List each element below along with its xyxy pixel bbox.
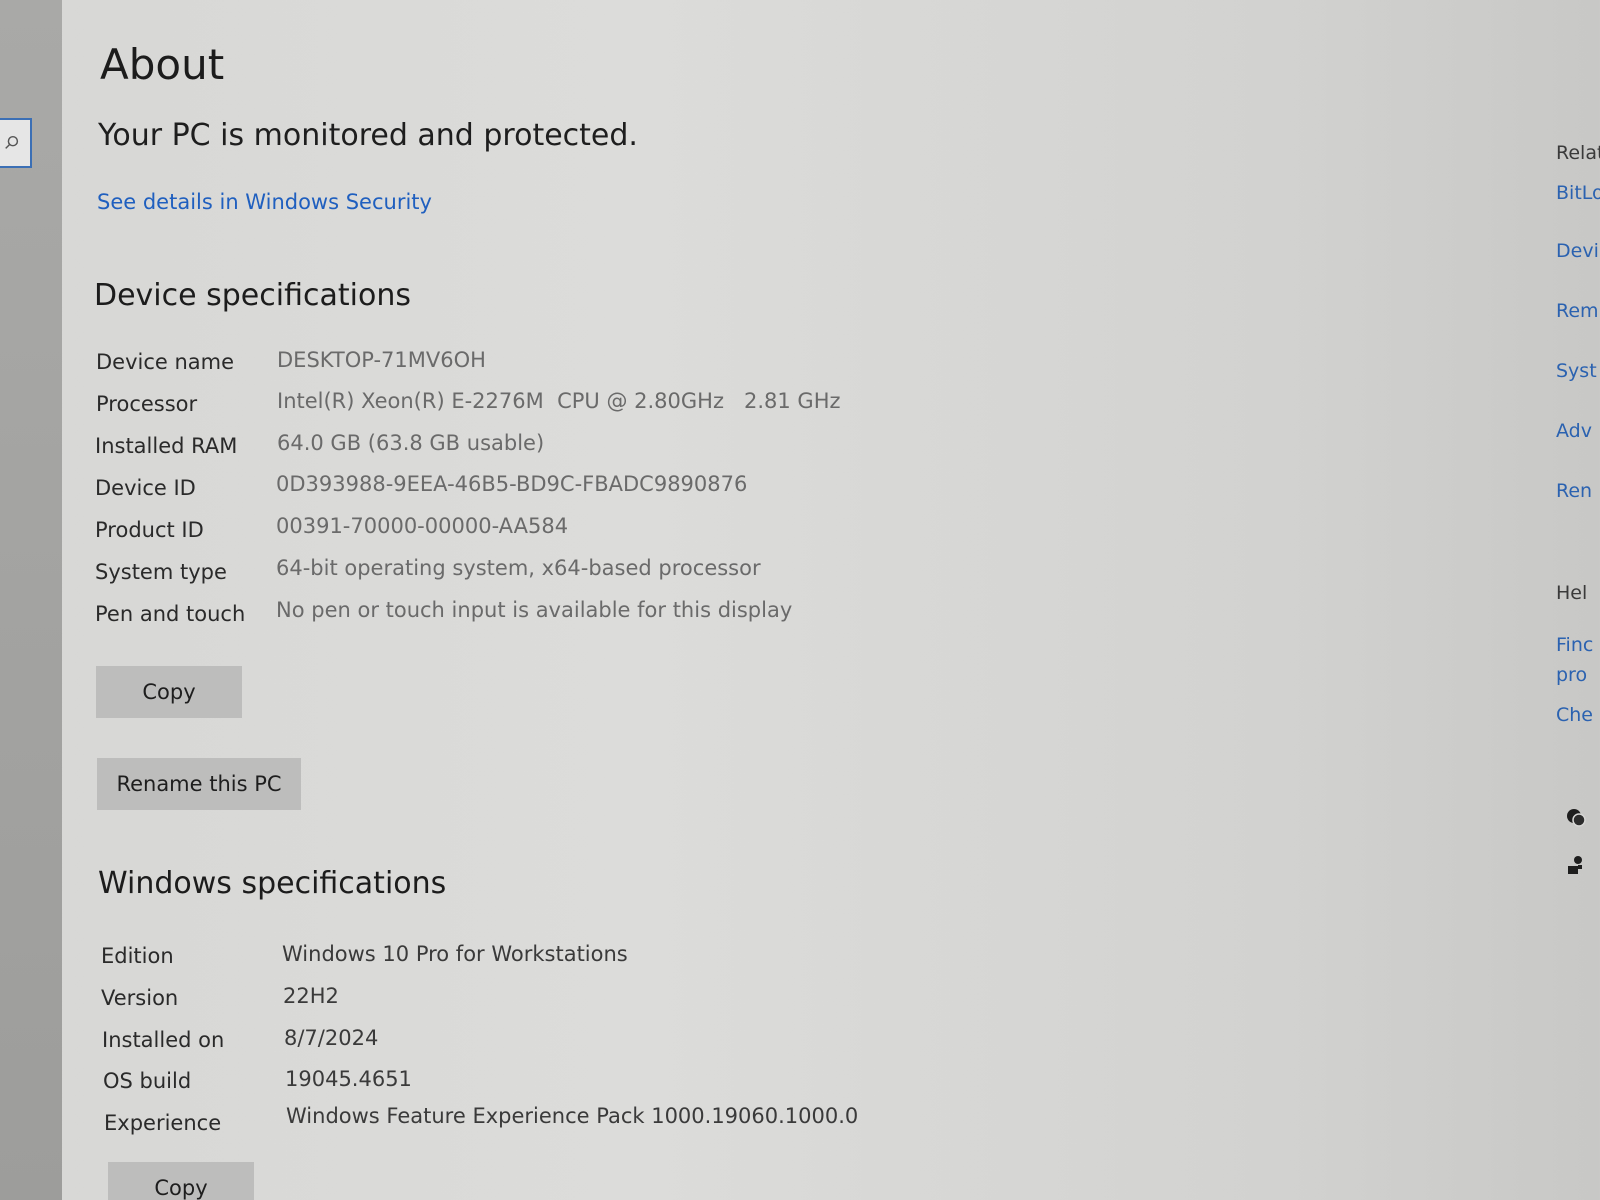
help-link-check[interactable]: Che (1556, 704, 1593, 726)
spec-label-device-id: Device ID (95, 476, 196, 500)
related-link-bitlocker[interactable]: BitLo (1556, 182, 1600, 204)
spec-value-processor: Intel(R) Xeon(R) E-2276M CPU @ 2.80GHz 2… (277, 389, 841, 413)
windows-security-link[interactable]: See details in Windows Security (97, 190, 432, 214)
spec-label-processor: Processor (96, 392, 198, 416)
related-link-remote-desktop[interactable]: Rem (1556, 300, 1599, 322)
win-label-installed-on: Installed on (102, 1028, 225, 1052)
win-value-version: 22H2 (283, 984, 339, 1008)
spec-label-device-name: Device name (96, 350, 235, 374)
related-link-system-protection[interactable]: Syst (1556, 360, 1597, 382)
win-label-edition: Edition (101, 944, 174, 968)
copy-device-specs-button[interactable]: Copy (96, 666, 242, 718)
spec-label-pen-touch: Pen and touch (95, 602, 246, 626)
win-label-os-build: OS build (103, 1069, 192, 1093)
win-label-version: Version (101, 986, 179, 1010)
spec-value-product-id: 00391-70000-00000-AA584 (276, 514, 569, 538)
win-value-installed-on: 8/7/2024 (284, 1026, 379, 1050)
help-heading: Hel (1556, 582, 1588, 604)
spec-label-installed-ram: Installed RAM (95, 434, 238, 458)
feedback-icon[interactable] (1564, 854, 1588, 878)
spec-value-device-name: DESKTOP-71MV6OH (277, 348, 486, 372)
about-page: About Your PC is monitored and protected… (62, 0, 1532, 1200)
search-icon (5, 135, 19, 149)
device-specs-title: Device specifications (94, 278, 411, 313)
win-value-os-build: 19045.4651 (285, 1067, 412, 1091)
win-value-experience: Windows Feature Experience Pack 1000.190… (286, 1104, 859, 1128)
help-link-product[interactable]: pro (1556, 664, 1587, 686)
search-box[interactable] (0, 118, 32, 168)
related-link-rename-pc[interactable]: Ren (1556, 480, 1592, 502)
copy-windows-specs-button[interactable]: Copy (108, 1162, 254, 1200)
win-label-experience: Experience (104, 1111, 222, 1135)
rename-pc-button[interactable]: Rename this PC (97, 758, 301, 810)
navigation-rail (0, 0, 62, 1200)
page-title: About (100, 40, 225, 89)
related-settings-heading: Relat (1556, 142, 1600, 164)
spec-label-system-type: System type (95, 560, 227, 584)
help-link-find[interactable]: Finc (1556, 634, 1593, 656)
windows-specs-title: Windows specifications (98, 866, 447, 901)
protection-status: Your PC is monitored and protected. (98, 118, 638, 153)
win-value-edition: Windows 10 Pro for Workstations (282, 942, 628, 966)
related-settings-panel: Relat BitLo Devi Rem Syst Adv Ren Hel Fi… (1532, 0, 1600, 1200)
spec-value-pen-touch: No pen or touch input is available for t… (276, 598, 793, 622)
spec-value-installed-ram: 64.0 GB (63.8 GB usable) (277, 431, 545, 455)
spec-value-device-id: 0D393988-9EEA-46B5-BD9C-FBADC9890876 (276, 472, 748, 496)
related-link-device-manager[interactable]: Devi (1556, 240, 1599, 262)
related-link-advanced-settings[interactable]: Adv (1556, 420, 1592, 442)
spec-label-product-id: Product ID (95, 518, 204, 542)
get-help-icon[interactable] (1564, 806, 1588, 830)
spec-value-system-type: 64-bit operating system, x64-based proce… (276, 556, 761, 580)
